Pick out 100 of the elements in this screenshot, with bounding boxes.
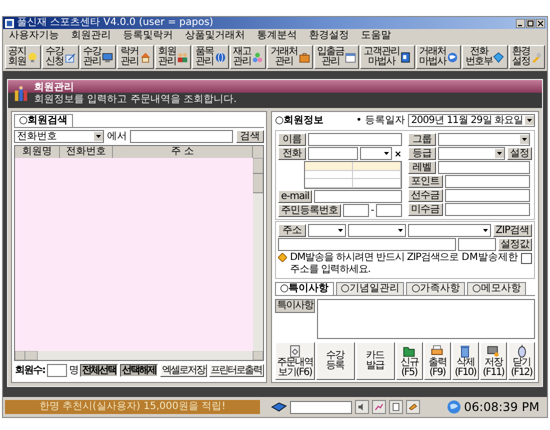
action-button[interactable]: 수강등록 [316, 342, 355, 380]
toolbar-button[interactable]: 거래처 관리 [267, 45, 313, 69]
notes-label: 특이사항 [275, 299, 315, 313]
dropdown[interactable] [348, 224, 406, 237]
date-dropdown[interactable]: 2009년 11월 29일 화요일 [408, 114, 535, 127]
dropdown[interactable] [308, 224, 346, 237]
address-field[interactable] [458, 238, 496, 251]
toolbar-button[interactable]: 품목 관리 [192, 45, 229, 69]
phone-list[interactable] [304, 161, 402, 189]
toolbar-button[interactable]: 고객관리 마법사 [360, 45, 415, 69]
toolbar-button[interactable]: 회원 관리 [154, 45, 192, 69]
field-label: 이름 [278, 133, 306, 146]
address-field[interactable] [278, 238, 456, 251]
maximize-icon[interactable] [526, 18, 535, 28]
toolbar-button[interactable]: 수강 신청 [42, 45, 79, 69]
tab[interactable]: ○회원검색 [14, 114, 73, 127]
printer-icon [430, 344, 444, 358]
toolbar-button[interactable]: 환경 설정 [508, 45, 546, 69]
globe-icon [214, 52, 226, 62]
footer-button[interactable]: 선택해제 [120, 364, 158, 377]
menu-item[interactable]: 환경설정 [309, 30, 349, 43]
input-field[interactable] [376, 204, 402, 217]
toolbar-button[interactable]: 공지 회원 [5, 45, 42, 69]
tab[interactable]: ○특이사항 [275, 282, 334, 295]
zip-search-button[interactable]: ZIP검색 [492, 224, 532, 237]
close-icon[interactable] [536, 18, 545, 28]
action-button[interactable]: 저장(F11) [480, 342, 507, 380]
toolbar-button[interactable]: 입출금 관리 [314, 45, 360, 69]
setting-button[interactable]: 설정값 [498, 238, 532, 251]
scrollbar[interactable] [15, 351, 263, 360]
warning-icon [278, 253, 287, 262]
dropdown[interactable]: 전화번호 [14, 130, 104, 143]
action-button[interactable]: 신규(F5) [396, 342, 423, 380]
checkbox-label: DM발송제한 [462, 252, 518, 264]
folder-icon [402, 344, 416, 358]
footer-button[interactable]: 프린터로출력 [208, 364, 264, 377]
globe-icon [447, 400, 461, 414]
dropdown[interactable] [360, 147, 392, 160]
toolbar-button[interactable]: 수강 관리 [80, 45, 116, 69]
caret-icon [525, 116, 534, 125]
tab[interactable]: ○메모사항 [467, 282, 526, 295]
input-field[interactable] [444, 175, 530, 188]
field-label: 주소 [278, 224, 306, 237]
input-field[interactable] [444, 189, 530, 202]
panel-title: 회원관리 [34, 82, 75, 94]
input-field[interactable] [343, 204, 369, 217]
dropdown[interactable] [438, 147, 505, 160]
menu-item[interactable]: 상품및거래처 [185, 30, 245, 43]
tray-button[interactable] [389, 400, 403, 414]
input-field[interactable] [444, 203, 530, 216]
menu-item[interactable]: 사용자기능 [9, 30, 59, 43]
action-button[interactable]: 카드발급 [356, 342, 395, 380]
input-field[interactable] [308, 133, 402, 146]
status-field[interactable] [290, 400, 352, 414]
footer-button[interactable]: 전체선택 [80, 364, 118, 377]
gem-icon [493, 52, 504, 62]
minimize-icon[interactable] [516, 18, 525, 28]
toolbar-button[interactable]: 재고 관리 [230, 45, 266, 69]
separator-label: - [370, 204, 374, 216]
caret-icon [94, 132, 103, 141]
note-icon [391, 402, 401, 412]
action-button[interactable]: 닫기(F12) [508, 342, 536, 380]
menu-item[interactable]: 회원관리 [71, 30, 111, 43]
action-button[interactable]: 삭제(F10) [452, 342, 479, 380]
tray-button[interactable] [406, 400, 420, 414]
field-label: 등급 [408, 147, 436, 160]
dropdown[interactable] [408, 224, 491, 237]
phone-field[interactable] [308, 147, 358, 160]
menu-item[interactable]: 통계분석 [257, 30, 297, 43]
action-button[interactable]: 주문내역보기(F6) [275, 342, 315, 380]
tray-button[interactable] [355, 400, 369, 414]
close-icon[interactable] [394, 150, 402, 158]
clipboard-icon [288, 344, 302, 358]
briefcase-icon [298, 52, 310, 62]
input-field[interactable] [314, 190, 402, 203]
dropdown[interactable] [438, 133, 530, 146]
menu-item[interactable]: 도움말 [361, 30, 391, 43]
date-label: • 등록일자 [356, 114, 406, 126]
setting-button[interactable]: 설정 [507, 147, 532, 160]
count-field[interactable] [47, 364, 67, 377]
tab[interactable]: ○가족사항 [406, 282, 466, 295]
toolbar-button[interactable]: 전화 번호부 [462, 45, 508, 69]
tray-button[interactable] [372, 400, 386, 414]
field-label: 그룹 [408, 133, 436, 146]
input-field[interactable] [438, 161, 530, 174]
house-icon [140, 52, 151, 62]
notes-field[interactable] [317, 299, 535, 339]
search-field[interactable] [130, 130, 233, 143]
search-button[interactable]: 검색 [236, 130, 264, 143]
menu-item[interactable]: 등록및락커 [123, 30, 173, 43]
calendar-icon [344, 52, 356, 62]
wrench-icon [530, 52, 542, 62]
toolbar-button[interactable]: 락커 관리 [117, 45, 154, 69]
toolbar-button[interactable]: 거래처 마법사 [416, 45, 462, 69]
tab[interactable]: ○기념일관리 [336, 282, 404, 295]
scrollbar[interactable] [253, 158, 263, 351]
checkbox[interactable] [521, 253, 532, 264]
action-button[interactable]: 출력(F9) [424, 342, 451, 380]
footer-button[interactable]: 엑셀로저장 [160, 364, 206, 377]
field-label: 미수금 [408, 203, 442, 216]
